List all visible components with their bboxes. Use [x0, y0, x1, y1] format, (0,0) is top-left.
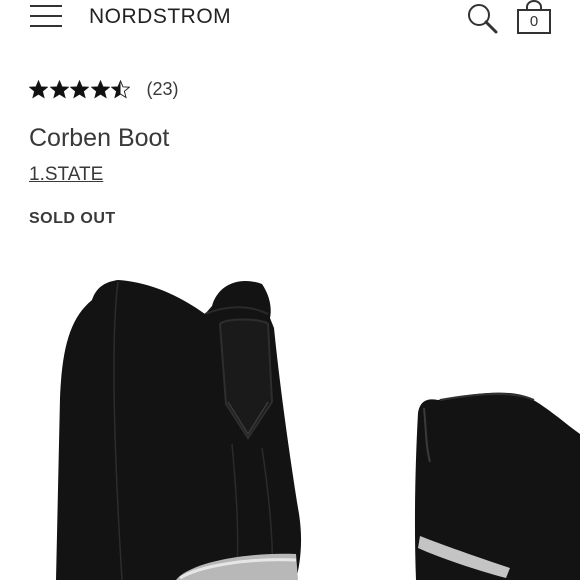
star-full-icon: [90, 79, 110, 99]
search-icon[interactable]: [466, 2, 500, 36]
shopping-bag-button[interactable]: 0: [515, 0, 553, 38]
site-header: NORDSTROM 0: [0, 0, 580, 44]
product-title: Corben Boot: [29, 124, 170, 152]
sold-out-status: SOLD OUT: [29, 210, 116, 227]
review-count[interactable]: (23): [147, 79, 179, 100]
star-full-icon: [70, 79, 89, 99]
product-image[interactable]: [0, 248, 580, 580]
hamburger-menu-icon[interactable]: [30, 3, 62, 31]
brand-link[interactable]: 1.STATE: [29, 164, 103, 186]
star-full-icon: [29, 79, 48, 99]
bag-item-count: 0: [529, 13, 539, 30]
nordstrom-logo[interactable]: NORDSTROM: [89, 5, 231, 29]
rating-stars: [29, 79, 132, 99]
star-full-icon: [49, 79, 69, 99]
star-half-icon: [111, 79, 130, 99]
product-rating[interactable]: (23): [29, 76, 179, 102]
